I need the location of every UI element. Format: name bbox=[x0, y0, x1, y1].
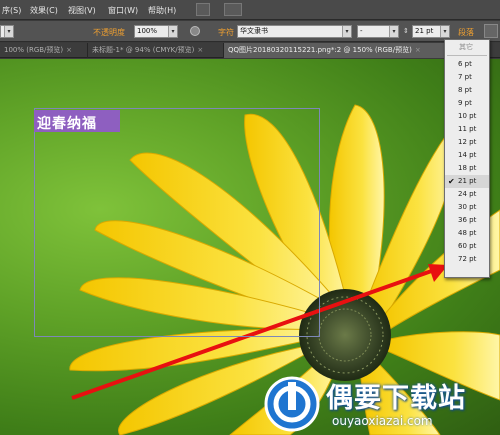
recolor-icon[interactable] bbox=[190, 26, 200, 36]
font-size-option[interactable]: 24 pt bbox=[445, 188, 489, 201]
stroke-profile-field[interactable]: ▾ bbox=[0, 25, 14, 38]
opacity-label[interactable]: 不透明度 bbox=[93, 27, 125, 38]
bridge-icon[interactable] bbox=[196, 3, 210, 16]
font-size-option[interactable]: 10 pt bbox=[445, 110, 489, 123]
font-size-option[interactable]: 36 pt bbox=[445, 214, 489, 227]
font-size-option-label: 21 pt bbox=[458, 177, 477, 185]
character-label[interactable]: 字符 bbox=[218, 27, 234, 38]
menu-divider bbox=[447, 55, 487, 56]
font-size-option[interactable]: 7 pt bbox=[445, 71, 489, 84]
chevron-down-icon: ▾ bbox=[440, 26, 449, 37]
control-bar: ▾ 不透明度 100% ▾ 字符 华文隶书 ▾ - ▾ ⇕ 21 pt ▾ 段落 bbox=[0, 21, 500, 42]
font-size-option[interactable]: 72 pt bbox=[445, 253, 489, 266]
watermark-url: ouyaoxiazai.com bbox=[332, 414, 433, 428]
close-icon[interactable]: × bbox=[415, 46, 421, 54]
font-size-option[interactable]: 8 pt bbox=[445, 84, 489, 97]
menu-item-select[interactable]: 序(S) bbox=[2, 5, 21, 16]
tab-label: 未标题-1* @ 94% (CMYK/预览) bbox=[92, 46, 195, 54]
tab-document-3[interactable]: QQ图片20180320115221.png*:2 @ 150% (RGB/预览… bbox=[224, 43, 446, 58]
text-bounding-box[interactable] bbox=[34, 108, 320, 337]
font-style-value: - bbox=[360, 27, 363, 35]
close-icon[interactable]: × bbox=[66, 46, 72, 54]
paragraph-label[interactable]: 段落 bbox=[458, 27, 474, 38]
chevron-down-icon: ▾ bbox=[168, 26, 177, 37]
artboard-canvas[interactable]: 迎春纳福 偶要下载站 ouyaoxiazai.com bbox=[0, 59, 500, 435]
menu-item-help[interactable]: 帮助(H) bbox=[148, 5, 176, 16]
text-object-content: 迎春纳福 bbox=[37, 116, 97, 132]
font-size-option-selected[interactable]: ✔ 21 pt bbox=[445, 175, 489, 188]
font-family-field[interactable]: 华文隶书 ▾ bbox=[237, 25, 352, 38]
font-size-value: 21 pt bbox=[415, 27, 434, 35]
document-tab-bar: 100% (RGB/预览) × 未标题-1* @ 94% (CMYK/预览) × Q… bbox=[0, 43, 500, 58]
chevron-down-icon: ▾ bbox=[389, 26, 398, 37]
font-size-option[interactable]: 48 pt bbox=[445, 227, 489, 240]
chevron-down-icon: ▾ bbox=[4, 26, 13, 37]
opacity-value: 100% bbox=[137, 27, 158, 35]
font-size-field[interactable]: 21 pt ▾ bbox=[412, 25, 450, 38]
tab-document-1[interactable]: 100% (RGB/预览) × bbox=[0, 43, 88, 58]
font-size-dropdown[interactable]: 其它 6 pt 7 pt 8 pt 9 pt 10 pt 11 pt 12 pt… bbox=[444, 39, 490, 278]
text-object[interactable]: 迎春纳福 bbox=[34, 110, 120, 132]
stepper-icon[interactable]: ⇕ bbox=[403, 27, 409, 35]
font-size-menu-header: 其它 bbox=[459, 43, 473, 51]
font-size-option[interactable]: 60 pt bbox=[445, 240, 489, 253]
watermark-logo bbox=[264, 376, 320, 432]
close-icon[interactable]: × bbox=[197, 46, 203, 54]
tab-label: 100% (RGB/预览) bbox=[4, 46, 64, 54]
font-style-field[interactable]: - ▾ bbox=[357, 25, 399, 38]
chevron-down-icon: ▾ bbox=[342, 26, 351, 37]
font-size-option[interactable]: 18 pt bbox=[445, 162, 489, 175]
menu-item-window[interactable]: 窗口(W) bbox=[108, 5, 138, 16]
tab-document-2[interactable]: 未标题-1* @ 94% (CMYK/预览) × bbox=[88, 43, 224, 58]
font-size-option[interactable]: 6 pt bbox=[445, 58, 489, 71]
menu-item-effect[interactable]: 效果(C) bbox=[30, 5, 58, 16]
opacity-field[interactable]: 100% ▾ bbox=[134, 25, 178, 38]
menu-item-view[interactable]: 视图(V) bbox=[68, 5, 96, 16]
menu-bar: 序(S) 效果(C) 视图(V) 窗口(W) 帮助(H) bbox=[0, 0, 500, 20]
font-family-value: 华文隶书 bbox=[240, 27, 268, 35]
workspace-layout-icon[interactable] bbox=[224, 3, 242, 16]
font-size-option[interactable]: 9 pt bbox=[445, 97, 489, 110]
tab-label: QQ图片20180320115221.png*:2 @ 150% (RGB/预览… bbox=[228, 46, 412, 54]
align-icon[interactable] bbox=[484, 24, 498, 38]
font-size-option[interactable]: 30 pt bbox=[445, 201, 489, 214]
font-size-option[interactable]: 11 pt bbox=[445, 123, 489, 136]
font-size-option[interactable]: 14 pt bbox=[445, 149, 489, 162]
font-size-option[interactable]: 12 pt bbox=[445, 136, 489, 149]
checkmark-icon: ✔ bbox=[448, 177, 455, 186]
watermark-title: 偶要下载站 bbox=[326, 383, 466, 414]
watermark: 偶要下载站 ouyaoxiazai.com bbox=[262, 374, 500, 435]
